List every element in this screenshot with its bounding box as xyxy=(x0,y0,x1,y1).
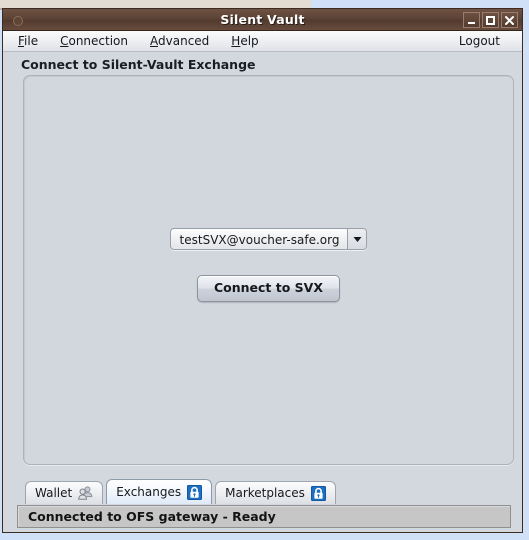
menu-item-label: elp xyxy=(240,34,259,48)
menu-item-help[interactable]: Help xyxy=(220,32,269,50)
content-panel: testSVX@voucher-safe.org Connect to SVX xyxy=(23,75,514,465)
menu-item-label: dvanced xyxy=(158,34,210,48)
lock-icon xyxy=(310,485,326,501)
chevron-down-glyph xyxy=(353,236,362,242)
menu-bar: File Connection Advanced Help Logout xyxy=(3,31,522,52)
window-title: Silent Vault xyxy=(220,12,305,27)
chevron-down-icon[interactable] xyxy=(347,229,367,249)
menu-item-advanced[interactable]: Advanced xyxy=(139,32,220,50)
close-icon xyxy=(505,15,514,25)
menu-item-connection[interactable]: Connection xyxy=(49,32,139,50)
client-area: Connect to Silent-Vault Exchange testSVX… xyxy=(3,52,522,532)
connect-to-svx-button[interactable]: Connect to SVX xyxy=(196,275,340,302)
users-icon xyxy=(78,486,93,500)
window-menu-icon[interactable] xyxy=(13,16,23,26)
title-bar[interactable]: Silent Vault xyxy=(3,9,522,31)
tab-marketplaces-label: Marketplaces xyxy=(225,486,305,500)
status-bar: Connected to OFS gateway - Ready xyxy=(17,505,511,528)
tab-bar: Wallet Exchanges Marketplaces xyxy=(9,474,516,504)
menu-mnemonic: H xyxy=(231,34,241,48)
tab-wallet[interactable]: Wallet xyxy=(25,481,104,504)
page-title: Connect to Silent-Vault Exchange xyxy=(21,57,256,72)
tab-wallet-label: Wallet xyxy=(35,486,73,500)
maximize-icon xyxy=(486,15,495,25)
tab-exchanges[interactable]: Exchanges xyxy=(106,479,213,504)
lock-icon xyxy=(187,484,203,500)
exchange-select-value: testSVX@voucher-safe.org xyxy=(179,233,340,247)
connect-form: testSVX@voucher-safe.org Connect to SVX xyxy=(24,228,513,302)
tab-exchanges-label: Exchanges xyxy=(116,485,182,499)
menu-item-file[interactable]: File xyxy=(7,32,49,50)
desktop-backdrop-bottom xyxy=(0,533,529,540)
menu-item-logout[interactable]: Logout xyxy=(448,32,518,50)
window-controls xyxy=(463,12,518,28)
tab-marketplaces[interactable]: Marketplaces xyxy=(215,481,336,504)
menu-item-label: ile xyxy=(24,34,39,48)
exchange-select[interactable]: testSVX@voucher-safe.org xyxy=(169,228,368,250)
close-button[interactable] xyxy=(501,12,518,28)
menu-mnemonic: A xyxy=(150,34,159,48)
maximize-button[interactable] xyxy=(482,12,499,28)
minimize-button[interactable] xyxy=(463,12,480,28)
status-text: Connected to OFS gateway - Ready xyxy=(28,509,276,524)
application-window: Silent Vault File Connection Advanced He… xyxy=(2,8,523,533)
minimize-icon xyxy=(468,21,475,24)
menu-item-label: onnection xyxy=(68,34,129,48)
